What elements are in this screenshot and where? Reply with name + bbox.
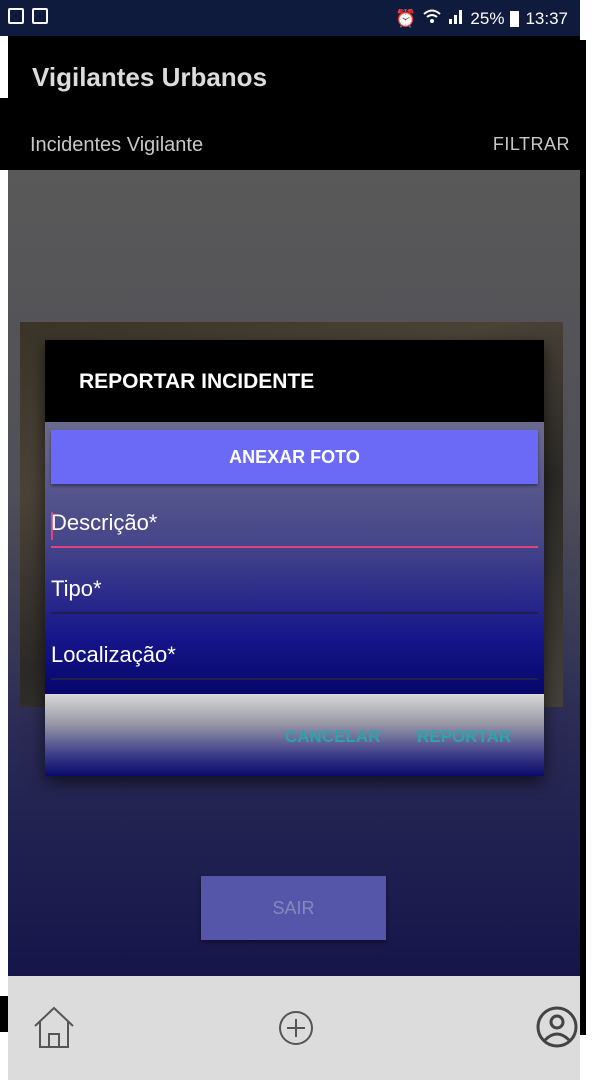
wifi-icon	[422, 8, 442, 29]
signal-icon	[448, 8, 464, 29]
clock: 13:37	[525, 8, 568, 28]
image-notification-icon	[8, 8, 24, 24]
description-hint: Descrição*	[51, 510, 158, 535]
cancel-button[interactable]: CANCELAR	[279, 726, 386, 748]
alarm-icon: ⏰	[395, 8, 417, 28]
battery-percent: 25%	[470, 8, 505, 28]
location-underline	[51, 678, 538, 680]
dialog-body: ANEXAR FOTO Descrição* Tipo* Localização…	[45, 422, 544, 694]
dialog-header: REPORTAR INCIDENTE	[45, 340, 544, 422]
frame-edge-right-dark	[580, 40, 586, 1035]
type-underline	[51, 612, 538, 614]
report-incident-dialog: REPORTAR INCIDENTE ANEXAR FOTO Descrição…	[45, 340, 544, 776]
location-field[interactable]: Localização*	[51, 636, 538, 680]
screen-subtitle: Incidentes Vigilante	[30, 134, 204, 156]
attach-photo-button[interactable]: ANEXAR FOTO	[51, 430, 538, 484]
frame-edge	[0, 36, 8, 98]
type-field[interactable]: Tipo*	[51, 570, 538, 614]
account-icon[interactable]	[536, 1006, 578, 1053]
status-bar: ⏰ 25% 13:37	[0, 0, 580, 36]
type-hint: Tipo*	[51, 576, 102, 601]
logout-button[interactable]: SAIR	[201, 876, 386, 940]
description-underline	[51, 546, 538, 548]
battery-icon	[510, 10, 520, 27]
report-button[interactable]: REPORTAR	[411, 726, 517, 748]
location-hint: Localização*	[51, 642, 176, 667]
app-title: Vigilantes Urbanos	[32, 62, 268, 92]
app-bar: Vigilantes Urbanos Incidentes Vigilante …	[0, 36, 580, 170]
gallery-notification-icon	[32, 8, 48, 24]
dialog-title: REPORTAR INCIDENTE	[79, 370, 315, 393]
dialog-footer: CANCELAR REPORTAR	[45, 694, 544, 776]
description-field[interactable]: Descrição*	[51, 504, 538, 548]
add-circle-icon[interactable]	[278, 1010, 314, 1051]
frame-edge-left	[0, 996, 8, 1032]
filter-button[interactable]: FILTRAR	[493, 134, 570, 155]
home-icon[interactable]	[32, 1004, 76, 1055]
